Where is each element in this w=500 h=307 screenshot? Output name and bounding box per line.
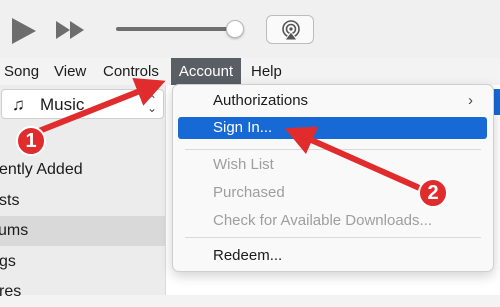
annotation-badge-1: 1 <box>16 126 46 156</box>
annotation-badge-2: 2 <box>418 178 448 208</box>
annotation-arrow-1 <box>31 77 166 136</box>
annotation-arrows <box>31 77 427 193</box>
annotation-arrow-2 <box>284 126 427 193</box>
